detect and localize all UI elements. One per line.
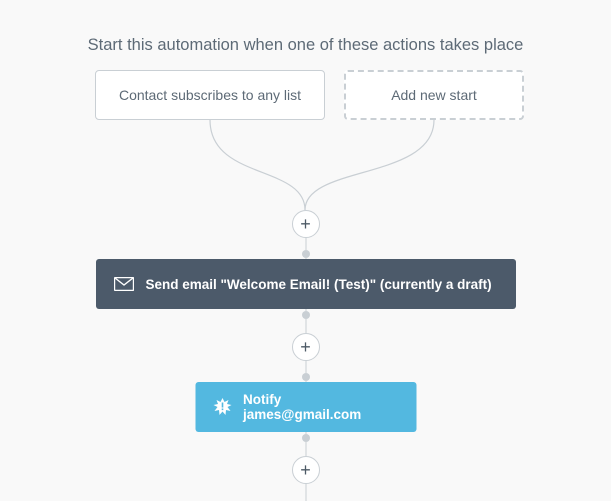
automation-canvas: Start this automation when one of these …: [0, 0, 611, 501]
connector-segment: [305, 238, 306, 250]
connector-segment: [305, 319, 306, 333]
action-send-email[interactable]: Send email "Welcome Email! (Test)" (curr…: [96, 259, 516, 309]
connector-segment: [305, 442, 306, 456]
burst-icon: [213, 398, 231, 416]
connector-segment: [305, 484, 306, 501]
connector-dot: [302, 373, 310, 381]
action-send-email-label: Send email "Welcome Email! (Test)" (curr…: [146, 277, 492, 292]
add-step-button[interactable]: +: [292, 456, 320, 484]
start-trigger-subscribe[interactable]: Contact subscribes to any list: [95, 70, 325, 120]
envelope-icon: [114, 277, 134, 291]
add-step-button[interactable]: +: [292, 210, 320, 238]
add-step-button[interactable]: +: [292, 333, 320, 361]
connector-segment: [305, 361, 306, 373]
action-notify[interactable]: Notify james@gmail.com: [195, 382, 416, 432]
add-new-start-button[interactable]: Add new start: [344, 70, 524, 120]
connector-dot: [302, 434, 310, 442]
connector-dot: [302, 250, 310, 258]
connector-dot: [302, 311, 310, 319]
action-notify-label: Notify james@gmail.com: [243, 392, 398, 422]
canvas-heading: Start this automation when one of these …: [0, 0, 611, 55]
